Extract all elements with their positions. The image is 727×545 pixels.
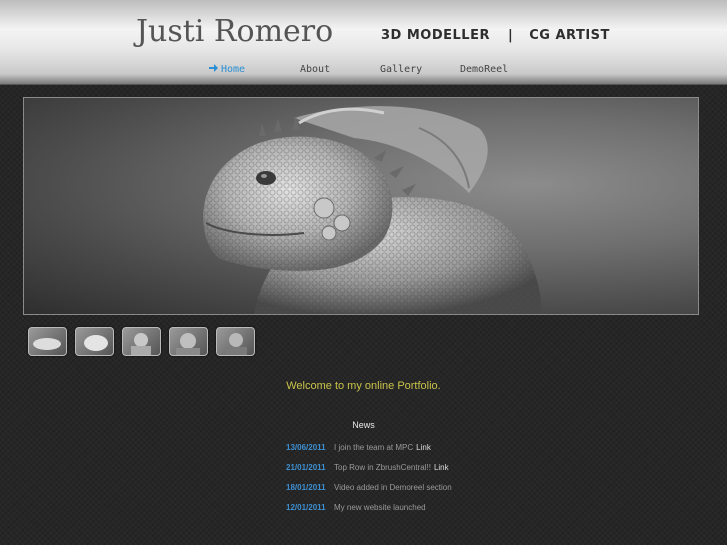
news-text: Video added in Demoreel section [334,483,452,492]
thumbnail-1[interactable] [28,327,67,356]
tagline-separator: | [507,28,514,43]
tagline-modeller: 3D MODELLER [381,28,490,43]
site-title: Justi Romero [136,14,334,49]
news-text-wrap: Top Row in ZbrushCentral!! Link [334,463,449,472]
nav-gallery[interactable]: Gallery [380,64,422,75]
news-link[interactable]: Link [416,443,431,452]
thumbnail-2[interactable] [75,327,114,356]
news-text: My new website launched [334,503,426,512]
thumbnail-4[interactable] [169,327,208,356]
site-header: Justi Romero 3D MODELLER | CG ARTIST Home … [0,0,727,85]
news-date: 18/01/2011 [286,483,326,492]
thumbnail-3[interactable] [122,327,161,356]
nav-demoreel[interactable]: DemoReel [460,64,508,75]
site-tagline: 3D MODELLER | CG ARTIST [381,28,610,43]
nav-home-label: Home [221,64,246,75]
arrow-right-icon [209,64,218,75]
news-link[interactable]: Link [434,463,449,472]
news-heading: News [352,420,375,430]
news-text-wrap: I join the team at MPC Link [334,443,431,452]
news-text: Top Row in ZbrushCentral!! [334,463,431,472]
nav-about[interactable]: About [300,64,330,75]
tagline-artist: CG ARTIST [529,28,610,43]
hero-banner-image [23,97,699,315]
news-date: 12/01/2011 [286,503,326,512]
nav-home[interactable]: Home [209,64,245,75]
news-date: 21/01/2011 [286,463,326,472]
news-date: 13/06/2011 [286,443,326,452]
welcome-message: Welcome to my online Portfolio. [286,380,441,392]
news-text: I join the team at MPC [334,443,414,452]
main-nav: Home About Gallery DemoReel [0,64,727,78]
dragon-sculpt-image [203,106,541,314]
thumbnail-5[interactable] [216,327,255,356]
